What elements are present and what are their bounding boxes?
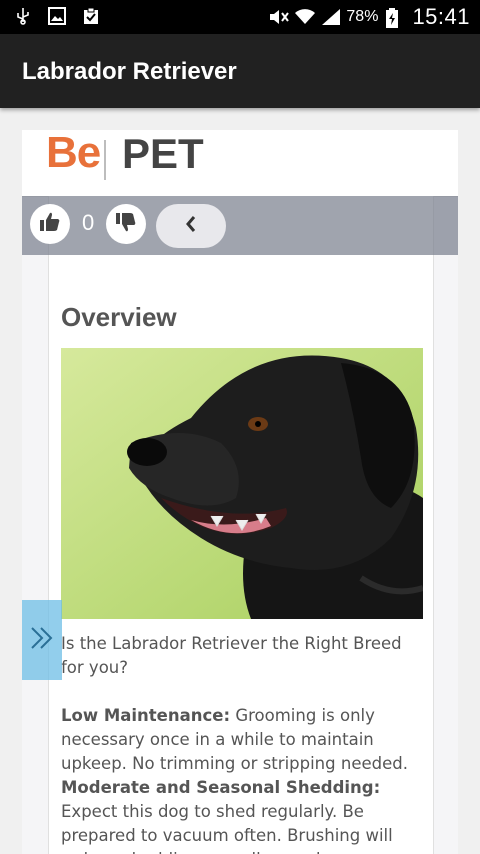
app-bar: Labrador Retriever — [0, 34, 480, 108]
site-header: Be PET — [22, 130, 458, 197]
signal-icon — [320, 8, 341, 26]
double-chevron-right-icon — [27, 623, 57, 658]
thumbs-up-icon — [38, 210, 62, 239]
dog-photo — [61, 348, 424, 619]
thumbs-up-button[interactable] — [30, 204, 70, 244]
side-drawer-handle[interactable] — [22, 600, 62, 680]
back-button[interactable] — [156, 204, 226, 248]
clipboard-check-icon — [82, 7, 100, 25]
wifi-icon — [294, 8, 316, 26]
status-bar: 78% 15:41 — [0, 0, 480, 34]
section-shedding: Moderate and Seasonal Shedding: Expect t… — [61, 776, 417, 854]
chevron-left-icon — [183, 214, 199, 239]
article: Overview Is the Labrador Retriever the R… — [48, 196, 434, 854]
logo-be: Be — [46, 130, 101, 177]
battery-charging-icon — [386, 8, 404, 28]
thumbs-down-icon — [114, 210, 138, 239]
logo-pet: PET — [122, 130, 204, 177]
clock: 15:41 — [412, 4, 470, 29]
vote-count: 0 — [82, 210, 95, 235]
article-heading: Overview — [61, 302, 177, 332]
image-icon — [48, 7, 66, 25]
usb-icon — [14, 7, 32, 25]
app-title: Labrador Retriever — [22, 58, 237, 85]
section-body: Expect this dog to shed regularly. Be pr… — [61, 802, 393, 854]
battery-percent: 78% — [346, 8, 379, 25]
section-low-maintenance: Low Maintenance: Grooming is only necess… — [61, 704, 417, 776]
article-body: Is the Labrador Retriever the Right Bree… — [61, 632, 417, 854]
mute-icon — [268, 8, 290, 26]
section-title: Low Maintenance: — [61, 706, 231, 725]
article-intro: Is the Labrador Retriever the Right Bree… — [61, 634, 402, 677]
logo-divider — [104, 140, 106, 180]
section-title: Moderate and Seasonal Shedding: — [61, 778, 381, 797]
thumbs-down-button[interactable] — [106, 204, 146, 244]
vote-bar: 0 — [22, 196, 458, 255]
